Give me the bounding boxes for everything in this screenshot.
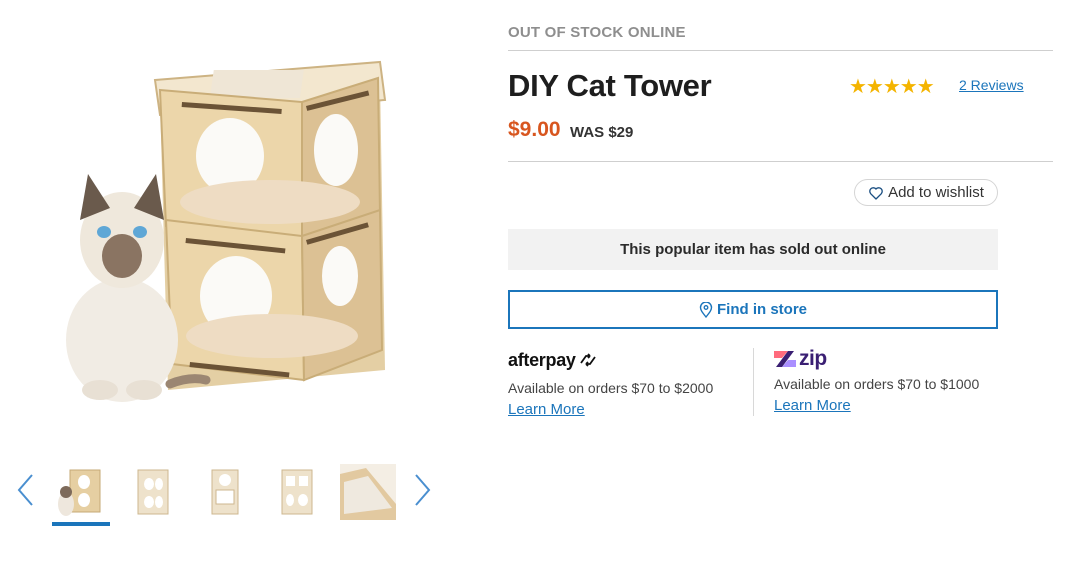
divider — [508, 50, 1053, 51]
product-title: DIY Cat Tower — [508, 68, 712, 103]
zip-logo-text: zip — [799, 347, 827, 370]
add-to-wishlist-button[interactable]: Add to wishlist — [854, 179, 998, 206]
afterpay-learn-more-link[interactable]: Learn More — [508, 401, 585, 418]
thumb-tower-angle[interactable] — [268, 464, 326, 520]
reviews-link[interactable]: 2 Reviews — [959, 77, 1024, 93]
heart-icon — [869, 186, 883, 200]
find-in-store-label: Find in store — [717, 301, 807, 318]
cat-tower-photo — [66, 60, 387, 402]
thumb-cat-with-tower[interactable] — [52, 464, 110, 526]
afterpay-block: afterpay Available on orders $70 to $200… — [508, 348, 748, 419]
thumbnail-carousel — [14, 456, 444, 526]
find-in-store-button[interactable]: Find in store — [508, 290, 998, 329]
was-price: WAS $29 — [570, 124, 634, 141]
zip-learn-more-link[interactable]: Learn More — [774, 397, 851, 414]
zip-block: zip Available on orders $70 to $1000 Lea… — [774, 347, 1014, 415]
zip-info: Available on orders $70 to $1000 — [774, 376, 980, 392]
chevron-right-icon[interactable] — [410, 472, 434, 508]
afterpay-info: Available on orders $70 to $2000 — [508, 380, 714, 396]
chevron-left-icon[interactable] — [14, 472, 38, 508]
wishlist-label: Add to wishlist — [888, 184, 984, 201]
map-pin-icon — [699, 301, 713, 318]
payment-divider — [753, 348, 754, 416]
afterpay-logo-text: afterpay — [508, 349, 576, 370]
sold-out-banner: This popular item has sold out online — [508, 229, 998, 270]
zip-logo: zip — [774, 347, 1014, 370]
star-rating: ★★★★★ — [849, 76, 935, 98]
stock-status: OUT OF STOCK ONLINE — [508, 24, 686, 41]
thumb-tower-front[interactable] — [124, 464, 182, 520]
thumb-tower-top-detail[interactable] — [340, 464, 396, 520]
main-product-image[interactable] — [40, 40, 420, 420]
thumb-tower-side[interactable] — [196, 464, 254, 520]
afterpay-logo: afterpay — [508, 348, 748, 372]
divider — [508, 161, 1053, 162]
zip-logo-icon — [774, 351, 796, 367]
current-price: $9.00 — [508, 118, 561, 141]
afterpay-arrows-icon — [579, 353, 596, 367]
